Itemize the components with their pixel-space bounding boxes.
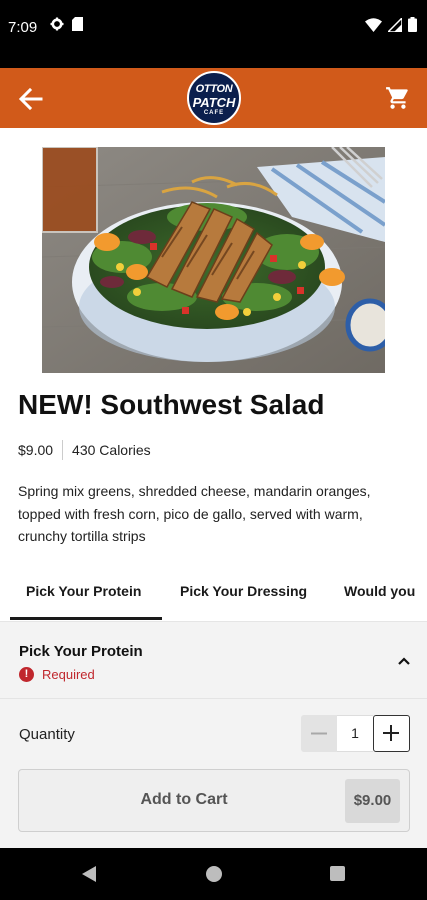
add-to-cart-button[interactable]: Add to Cart $9.00: [18, 769, 410, 832]
tab-pick-your-dressing[interactable]: Pick Your Dressing: [180, 583, 307, 599]
active-tab-indicator: [10, 617, 162, 620]
battery-icon: [408, 17, 417, 32]
nav-home-icon[interactable]: [206, 866, 222, 882]
chevron-up-icon: [398, 657, 410, 665]
tab-would-you[interactable]: Would you: [344, 583, 415, 599]
brand-logo[interactable]: OTTON PATCH CAFE: [187, 71, 241, 125]
quantity-value[interactable]: 1: [337, 715, 373, 752]
meta-divider: [62, 440, 64, 460]
signal-icon: [388, 17, 402, 32]
tab-pick-your-protein[interactable]: Pick Your Protein: [26, 583, 141, 599]
option-tabs: Pick Your Protein Pick Your Dressing Wou…: [0, 570, 427, 622]
product-title: NEW! Southwest Salad: [18, 389, 325, 420]
plus-icon: [383, 725, 399, 741]
cart-icon: [386, 87, 408, 109]
nav-back-icon[interactable]: [81, 865, 97, 883]
arrow-left-icon: [18, 87, 43, 111]
back-button[interactable]: [16, 84, 46, 114]
app-bar: OTTON PATCH CAFE: [0, 68, 427, 128]
product-calories: 430 Calories: [72, 442, 151, 458]
decrease-quantity-button[interactable]: [301, 715, 337, 752]
gear-icon: [50, 17, 64, 31]
sd-card-icon: [72, 17, 83, 31]
minus-icon: [311, 732, 327, 735]
product-image: [42, 147, 385, 373]
status-time: 7:09: [8, 19, 38, 36]
alert-icon: !: [19, 667, 34, 682]
system-nav-bar: [0, 848, 427, 900]
increase-quantity-button[interactable]: [373, 715, 410, 752]
wifi-icon: [365, 17, 382, 32]
protein-section-header[interactable]: Pick Your Protein ! Required: [0, 622, 427, 698]
order-panel: Quantity 1 Add to Cart $9.00: [0, 698, 427, 848]
product-meta: $9.00 430 Calories: [18, 440, 151, 460]
quantity-label: Quantity: [19, 726, 75, 743]
section-title: Pick Your Protein: [19, 643, 143, 660]
nav-recents-icon[interactable]: [330, 866, 345, 881]
required-label: Required: [42, 667, 95, 682]
quantity-stepper: 1: [301, 715, 410, 752]
product-price: $9.00: [18, 442, 54, 458]
logo-text-middle: PATCH: [192, 95, 236, 110]
cart-button[interactable]: [385, 85, 411, 111]
collapse-button[interactable]: [395, 652, 413, 670]
logo-text-bottom: CAFE: [203, 110, 225, 116]
add-to-cart-price: $9.00: [345, 779, 400, 823]
logo-text-top: OTTON: [195, 83, 233, 95]
product-description: Spring mix greens, shredded cheese, mand…: [18, 483, 371, 544]
status-bar: 7:09: [0, 0, 427, 68]
required-indicator: ! Required: [19, 667, 95, 682]
add-to-cart-label: Add to Cart: [140, 791, 228, 808]
